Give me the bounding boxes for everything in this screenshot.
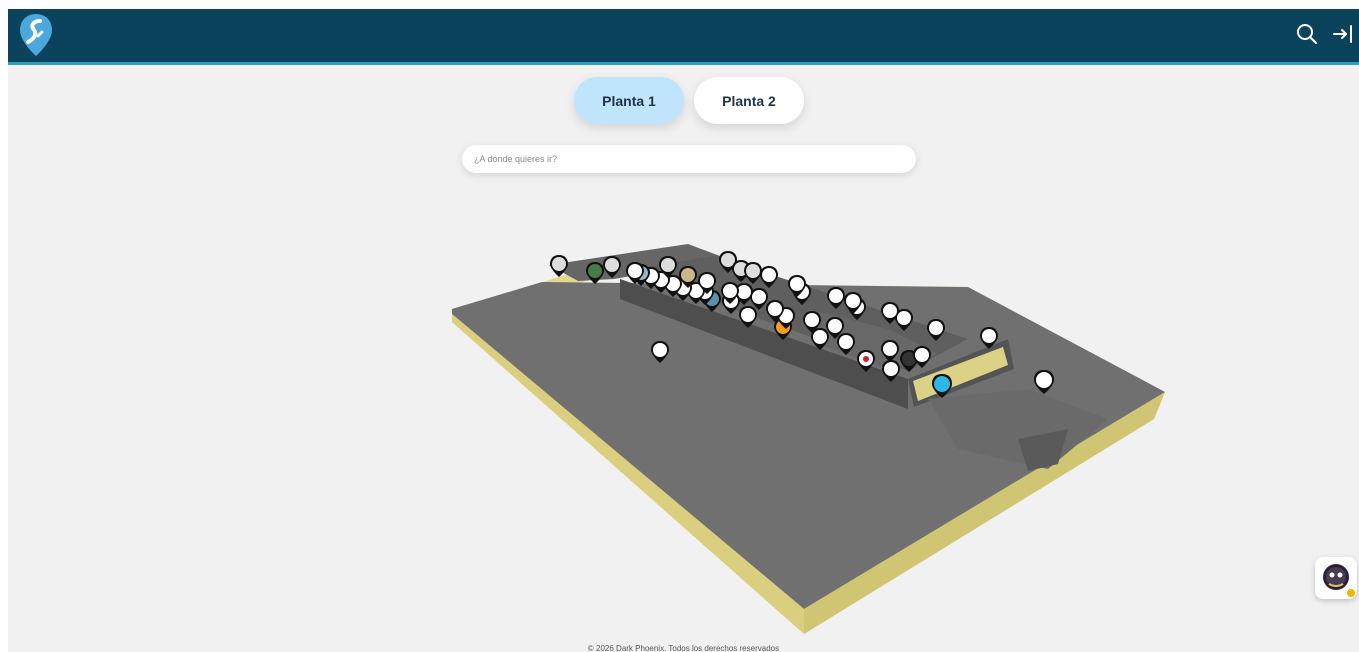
footer-copyright: © 2026 Dark Phoenix. Todos los derechos … [587,644,780,652]
destination-search-input[interactable] [462,145,916,173]
floor-map-3d[interactable] [8,9,1359,652]
tab-planta-1[interactable]: Planta 1 [574,77,684,124]
map-marker [586,262,604,284]
status-dot [1347,589,1355,597]
assistant-button[interactable] [1315,557,1357,599]
tab-planta-2[interactable]: Planta 2 [694,77,804,124]
app-frame: Planta 1 Planta 2 © 2026 Dark Phoenix. T… [8,9,1359,652]
